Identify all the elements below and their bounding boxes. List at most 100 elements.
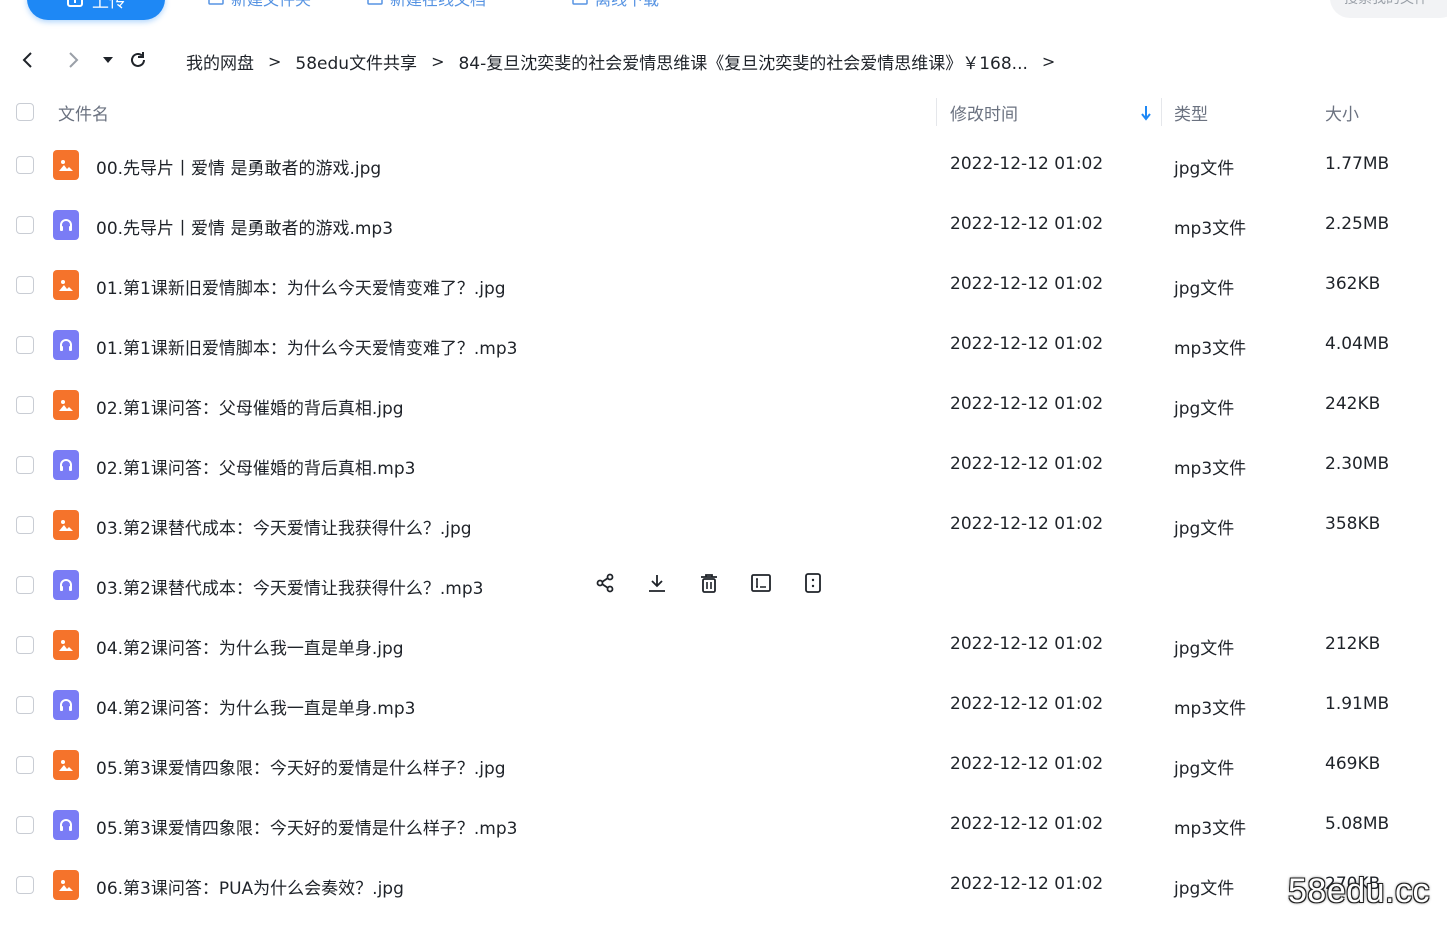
chevron-right-icon <box>69 52 79 68</box>
rename-icon[interactable] <box>748 570 774 596</box>
table-row[interactable]: 04.第2课问答：为什么我一直是单身.mp3 2022-12-12 01:02 mp… <box>0 676 1447 736</box>
row-checkbox[interactable] <box>16 636 34 654</box>
delete-icon[interactable] <box>696 570 722 596</box>
breadcrumb-item[interactable]: 我的网盘 <box>186 49 254 74</box>
file-name[interactable]: 01.第1课新旧爱情脚本：为什么今天爱情变难了？.jpg <box>96 274 506 299</box>
table-row[interactable]: 03.第2课替代成本：今天爱情让我获得什么？.mp3 <box>0 556 1447 616</box>
table-row[interactable]: 01.第1课新旧爱情脚本：为什么今天爱情变难了？.jpg 2022-12-12 0… <box>0 256 1447 316</box>
modified-date: 2022-12-12 01:02 <box>950 394 1104 414</box>
modified-date: 2022-12-12 01:02 <box>950 874 1104 894</box>
column-divider[interactable] <box>936 98 937 126</box>
file-name[interactable]: 04.第2课问答：为什么我一直是单身.jpg <box>96 634 404 659</box>
row-checkbox[interactable] <box>16 456 34 474</box>
table-row[interactable]: 02.第1课问答：父母催婚的背后真相.jpg 2022-12-12 01:02 jp… <box>0 376 1447 436</box>
file-type: jpg文件 <box>1174 519 1235 539</box>
more-icon[interactable] <box>800 570 826 596</box>
table-row[interactable]: 04.第2课问答：为什么我一直是单身.jpg 2022-12-12 01:02 jp… <box>0 616 1447 676</box>
image-file-icon <box>53 630 79 660</box>
file-size: 469KB <box>1325 754 1381 774</box>
file-type: jpg文件 <box>1174 159 1235 179</box>
row-checkbox[interactable] <box>16 756 34 774</box>
column-header-type[interactable]: 类型 <box>1174 100 1208 125</box>
file-name[interactable]: 04.第2课问答：为什么我一直是单身.mp3 <box>96 694 415 719</box>
file-name[interactable]: 05.第3课爱情四象限：今天好的爱情是什么样子？.jpg <box>96 754 506 779</box>
modified-date: 2022-12-12 01:02 <box>950 694 1104 714</box>
row-checkbox[interactable] <box>16 156 34 174</box>
file-name[interactable]: 03.第2课替代成本：今天爱情让我获得什么？.jpg <box>96 514 472 539</box>
modified-date: 2022-12-12 01:02 <box>950 274 1104 294</box>
row-checkbox[interactable] <box>16 216 34 234</box>
row-actions <box>592 570 826 596</box>
row-checkbox[interactable] <box>16 696 34 714</box>
table-row[interactable]: 02.第1课问答：父母催婚的背后真相.mp3 2022-12-12 01:02 mp… <box>0 436 1447 496</box>
column-header-modified[interactable]: 修改时间 <box>950 100 1018 125</box>
modified-date: 2022-12-12 01:02 <box>950 334 1104 354</box>
row-checkbox[interactable] <box>16 576 34 594</box>
row-checkbox[interactable] <box>16 816 34 834</box>
breadcrumb-separator: > <box>268 52 282 71</box>
new-folder-button[interactable]: 新建文件夹 <box>207 0 311 10</box>
breadcrumb-item[interactable]: 58edu文件共享 <box>295 49 417 74</box>
breadcrumb-expand[interactable]: > <box>1042 52 1055 71</box>
row-checkbox[interactable] <box>16 336 34 354</box>
audio-file-icon <box>53 450 79 480</box>
back-button[interactable] <box>17 49 39 71</box>
table-row[interactable]: 03.第2课替代成本：今天爱情让我获得什么？.jpg 2022-12-12 01:… <box>0 496 1447 556</box>
modified-date: 2022-12-12 01:02 <box>950 214 1104 234</box>
file-name[interactable]: 01.第1课新旧爱情脚本：为什么今天爱情变难了？.mp3 <box>96 334 517 359</box>
file-size: 2.30MB <box>1325 454 1390 474</box>
file-size: 1.91MB <box>1325 694 1390 714</box>
table-header: 文件名 修改时间 类型 大小 <box>0 96 1447 128</box>
file-type: jpg文件 <box>1174 759 1235 779</box>
forward-button[interactable] <box>62 49 84 71</box>
sort-desc-icon[interactable] <box>1140 105 1152 121</box>
file-type: mp3文件 <box>1174 819 1247 839</box>
file-name[interactable]: 03.第2课替代成本：今天爱情让我获得什么？.mp3 <box>96 574 483 599</box>
file-type: mp3文件 <box>1174 699 1247 719</box>
file-name[interactable]: 02.第1课问答：父母催婚的背后真相.mp3 <box>96 454 415 479</box>
file-size: 2.25MB <box>1325 214 1390 234</box>
folder-plus-icon <box>208 0 224 5</box>
column-divider[interactable] <box>1161 98 1162 126</box>
file-type: jpg文件 <box>1174 279 1235 299</box>
column-header-name[interactable]: 文件名 <box>58 100 109 125</box>
file-size: 362KB <box>1325 274 1381 294</box>
file-name[interactable]: 06.第3课问答：PUA为什么会奏效？.jpg <box>96 874 404 899</box>
download-icon[interactable] <box>644 570 670 596</box>
row-checkbox[interactable] <box>16 396 34 414</box>
search-input[interactable]: 搜索我的文件 <box>1330 0 1447 18</box>
table-row[interactable]: 05.第3课爱情四象限：今天好的爱情是什么样子？.jpg 2022-12-12 0… <box>0 736 1447 796</box>
file-name[interactable]: 00.先导片丨爱情 是勇敢者的游戏.mp3 <box>96 214 393 239</box>
history-dropdown[interactable] <box>97 49 119 71</box>
file-size: 358KB <box>1325 514 1381 534</box>
table-row[interactable]: 01.第1课新旧爱情脚本：为什么今天爱情变难了？.mp3 2022-12-12 0… <box>0 316 1447 376</box>
breadcrumb-item[interactable]: 84-复旦沈奕斐的社会爱情思维课《复旦沈奕斐的社会爱情思维课》￥168... <box>458 49 1027 74</box>
audio-file-icon <box>53 810 79 840</box>
file-size: 242KB <box>1325 394 1381 414</box>
upload-button[interactable]: 上传 <box>27 0 165 20</box>
modified-date: 2022-12-12 01:02 <box>950 634 1104 654</box>
table-row[interactable]: 05.第3课爱情四象限：今天好的爱情是什么样子？.mp3 2022-12-12 0… <box>0 796 1447 856</box>
upload-icon <box>67 0 83 7</box>
select-all-checkbox[interactable] <box>16 103 34 121</box>
table-row[interactable]: 00.先导片丨爱情 是勇敢者的游戏.mp3 2022-12-12 01:02 mp3… <box>0 196 1447 256</box>
row-checkbox[interactable] <box>16 876 34 894</box>
table-row[interactable]: 00.先导片丨爱情 是勇敢者的游戏.jpg 2022-12-12 01:02 jpg… <box>0 136 1447 196</box>
refresh-button[interactable] <box>127 49 149 71</box>
share-icon[interactable] <box>592 570 618 596</box>
audio-file-icon <box>53 690 79 720</box>
caret-down-icon <box>103 57 113 63</box>
navigation-bar: 我的网盘 > 58edu文件共享 > 84-复旦沈奕斐的社会爱情思维课《复旦沈奕… <box>0 44 1447 76</box>
file-name[interactable]: 00.先导片丨爱情 是勇敢者的游戏.jpg <box>96 154 381 179</box>
offline-download-button[interactable]: 离线下载 <box>571 0 659 10</box>
doc-plus-icon <box>367 0 383 5</box>
column-header-size[interactable]: 大小 <box>1325 100 1359 125</box>
row-checkbox[interactable] <box>16 516 34 534</box>
new-online-doc-button[interactable]: 新建在线文档 <box>366 0 486 10</box>
file-name[interactable]: 05.第3课爱情四象限：今天好的爱情是什么样子？.mp3 <box>96 814 517 839</box>
row-checkbox[interactable] <box>16 276 34 294</box>
file-name[interactable]: 02.第1课问答：父母催婚的背后真相.jpg <box>96 394 404 419</box>
offline-download-icon <box>572 0 588 5</box>
file-type: mp3文件 <box>1174 219 1247 239</box>
table-row[interactable]: 06.第3课问答：PUA为什么会奏效？.jpg 2022-12-12 01:02 j… <box>0 856 1447 916</box>
